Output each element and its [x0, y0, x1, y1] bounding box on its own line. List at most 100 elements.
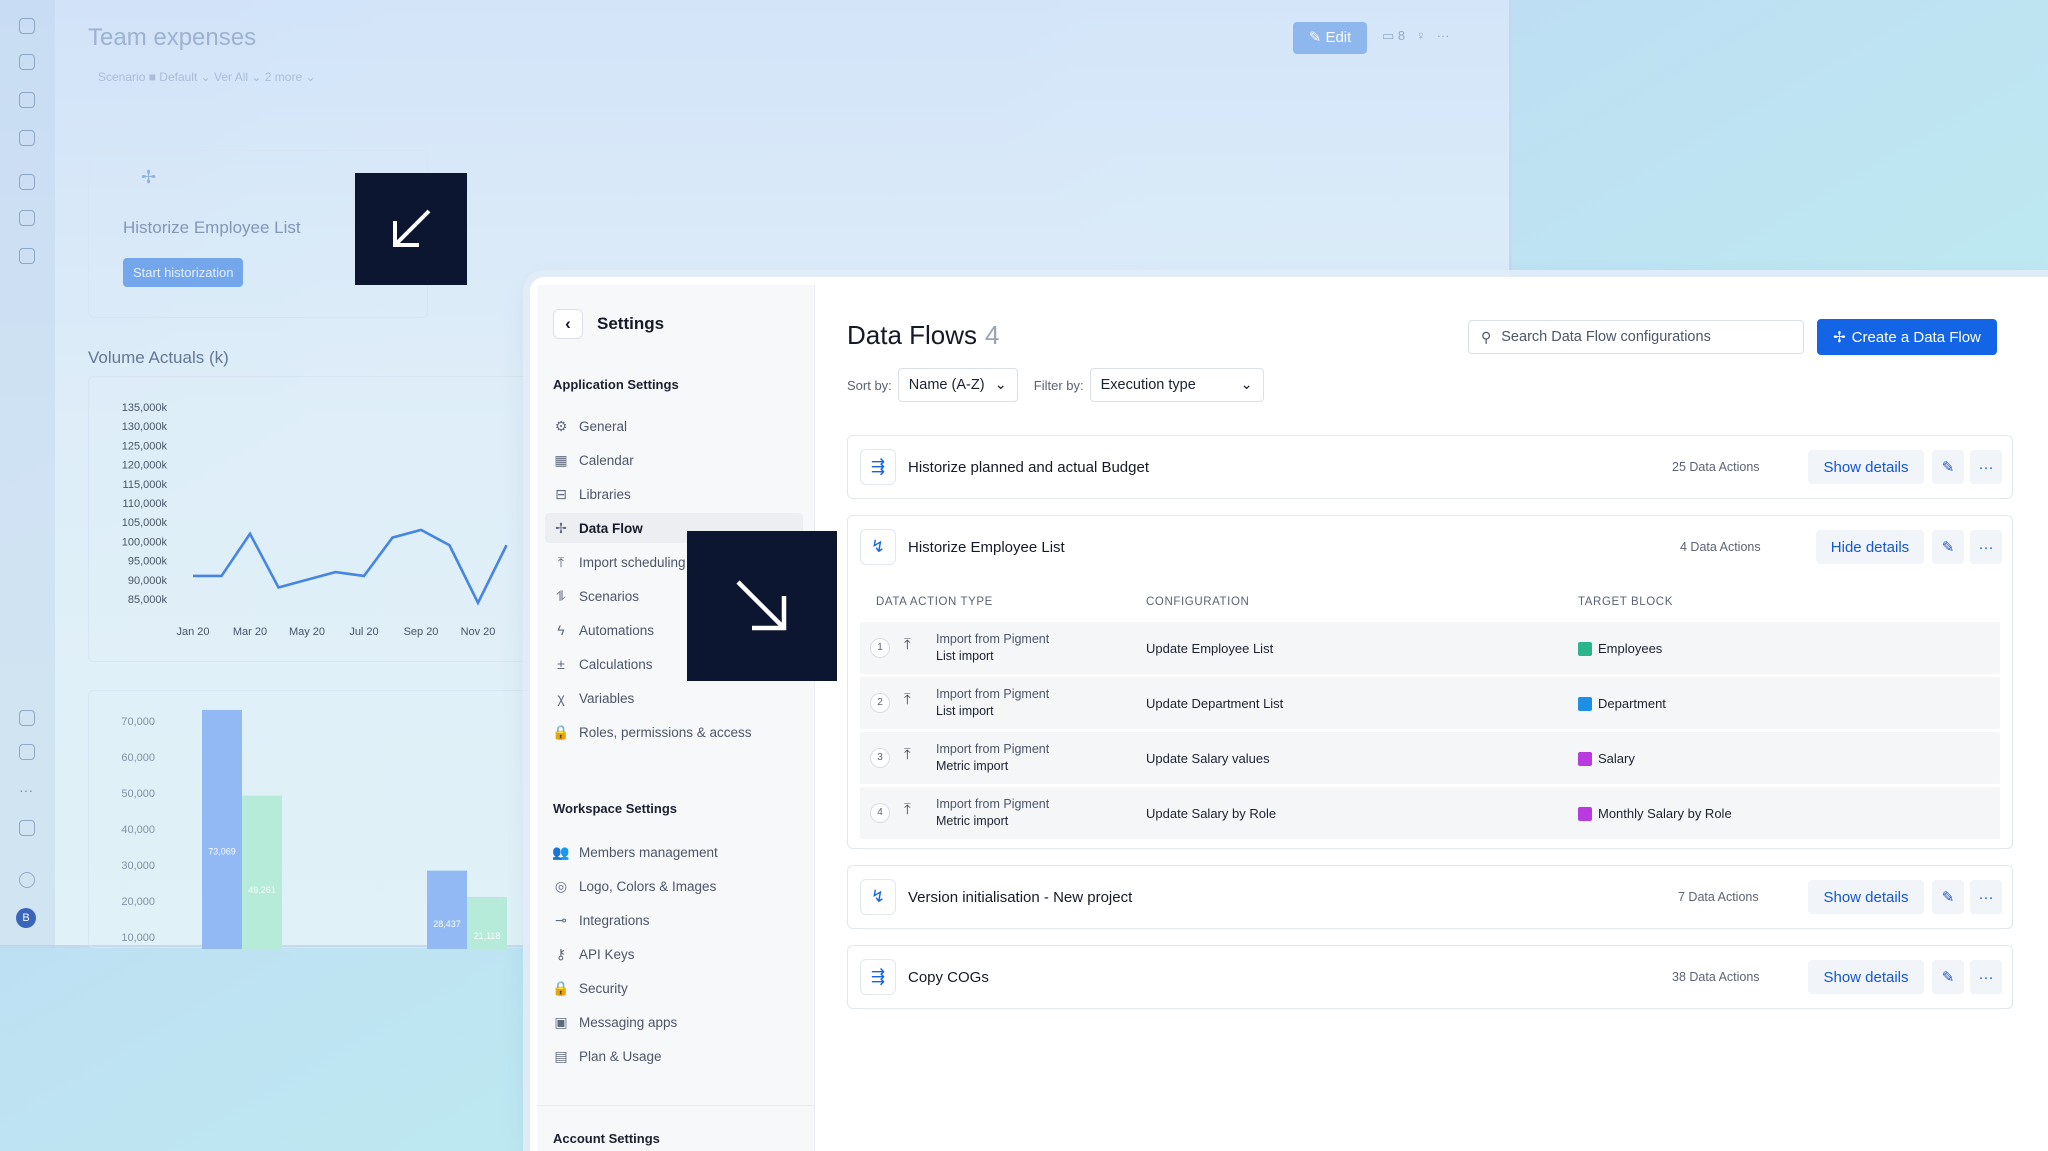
target-block[interactable]: Salary [1578, 751, 1635, 766]
data-flow-card[interactable]: ⇶ Historize planned and actual Budget 25… [847, 435, 2013, 499]
show-details-button[interactable]: Show details [1808, 450, 1924, 484]
action-type: Import from Pigment [936, 687, 1050, 701]
action-subtype: List import [936, 704, 994, 718]
create-data-flow-button[interactable]: ✢ Create a Data Flow [1817, 319, 1997, 355]
more-icon[interactable]: ··· [1437, 28, 1450, 43]
table-row[interactable]: 4 ⤒ Import from Pigment Metric import Up… [860, 787, 2000, 839]
x-tick-label: Sep 20 [404, 626, 439, 638]
y-tick-label: 130,000k [122, 421, 168, 433]
y-tick-label: 125,000k [122, 440, 168, 452]
table-row[interactable]: 1 ⤒ Import from Pigment List import Upda… [860, 622, 2000, 674]
show-details-button[interactable]: Show details [1808, 960, 1924, 994]
box-icon[interactable] [19, 174, 35, 190]
more-icon[interactable]: ··· [1970, 450, 2002, 484]
chevron-left-icon: ‹ [565, 314, 571, 333]
sidebar-item-label: General [579, 418, 628, 434]
sidebar-item-calendar[interactable]: ▦ Calendar [545, 445, 803, 475]
bulb-icon[interactable]: ♀ [1416, 28, 1426, 43]
sidebar-item-label: Variables [579, 690, 635, 706]
sidebar-item-libraries[interactable]: ⊟ Libraries [545, 479, 803, 509]
search-icon[interactable] [19, 92, 35, 108]
history-icon[interactable] [19, 744, 35, 760]
target-block[interactable]: Department [1578, 696, 1666, 711]
configuration: Update Employee List [1146, 641, 1274, 656]
comments-button[interactable]: ▭ 8 ♀ ··· [1382, 28, 1450, 44]
action-subtype: List import [936, 649, 994, 663]
sidebar-item-roles-permissions-access[interactable]: 🔒 Roles, permissions & access [545, 717, 803, 747]
data-flow-card[interactable]: ↯ Historize Employee List 4 Data Actions… [847, 515, 2013, 849]
org-icon[interactable] [19, 248, 35, 264]
more-icon[interactable]: ··· [1970, 530, 2002, 564]
action-type: Import from Pigment [936, 632, 1050, 646]
x-tick-label: Nov 20 [461, 626, 496, 638]
x-tick-label: May 20 [289, 626, 325, 638]
edit-icon[interactable]: ✎ [1932, 450, 1964, 484]
grid-icon[interactable] [19, 210, 35, 226]
sidebar-item-security[interactable]: 🔒 Security [545, 973, 803, 1003]
more-icon[interactable]: ··· [1970, 880, 2002, 914]
edit-icon[interactable] [19, 54, 35, 70]
start-historization-button[interactable]: Start historization [123, 258, 244, 287]
show-details-button[interactable]: Show details [1808, 880, 1924, 914]
refresh-icon[interactable] [19, 130, 35, 146]
filter-label: Filter by: [1033, 377, 1084, 393]
sort-select[interactable]: Name (A-Z) ⌄ [897, 368, 1018, 402]
y-tick-label: 70,000 [121, 716, 155, 728]
sidebar-item-variables[interactable]: χ Variables [545, 683, 803, 713]
sidebar-item-members-management[interactable]: 👥 Members management [545, 837, 803, 867]
more-icon[interactable]: ··· [1970, 960, 2002, 994]
x-tick-label: Mar 20 [233, 626, 267, 638]
help-icon[interactable] [19, 872, 35, 888]
filter-select[interactable]: Execution type ⌄ [1089, 368, 1264, 402]
settings-header: ‹ Settings [553, 309, 664, 339]
bar-data-label: 21,118 [474, 931, 501, 941]
application-settings-heading: Application Settings [553, 377, 679, 392]
hide-details-button[interactable]: Hide details [1816, 530, 1924, 564]
avatar[interactable]: B [16, 908, 36, 928]
edit-button[interactable]: ✎ Edit [1293, 22, 1367, 54]
messaging-icon: ▣ [554, 1013, 568, 1030]
bar [427, 870, 467, 973]
search-icon: ⚲ [1481, 328, 1492, 345]
sidebar-item-messaging-apps[interactable]: ▣ Messaging apps [545, 1007, 803, 1037]
line-chart: 135,000k 130,000k 125,000k 120,000k 115,000k… [122, 402, 542, 638]
table-row[interactable]: 3 ⤒ Import from Pigment Metric import Up… [860, 732, 2000, 784]
sidebar-item-label: Calendar [579, 452, 634, 468]
sidebar-item-plan-usage[interactable]: ▤ Plan & Usage [545, 1041, 803, 1071]
chevron-down-icon: ⌄ [994, 377, 1007, 393]
configuration: Update Salary by Role [1146, 806, 1277, 821]
sidebar-item-api-keys[interactable]: ⚷ API Keys [545, 939, 803, 969]
sidebar-item-integrations[interactable]: ⊸ Integrations [545, 905, 803, 935]
dataflow-icon: ✢ [141, 167, 157, 187]
data-flow-card[interactable]: ⇶ Copy COGs 38 Data Actions Show details… [847, 945, 2013, 1009]
sidebar-item-general[interactable]: ⚙ General [545, 411, 803, 441]
action-subtype: Metric import [936, 814, 1009, 828]
edit-icon[interactable]: ✎ [1932, 530, 1964, 564]
more-icon[interactable]: ··· [19, 782, 35, 798]
edit-icon[interactable]: ✎ [1932, 960, 1964, 994]
back-button[interactable]: ‹ [553, 309, 583, 339]
target-block[interactable]: Monthly Salary by Role [1578, 806, 1732, 821]
home-icon[interactable] [19, 18, 35, 34]
x-tick-label: Jul 20 [349, 626, 378, 638]
edit-icon[interactable]: ✎ [1932, 880, 1964, 914]
sidebar-item-label: Scenarios [579, 588, 640, 604]
y-tick-label: 50,000 [121, 788, 155, 800]
sort-label: Sort by: [847, 377, 892, 393]
table-row[interactable]: 2 ⤒ Import from Pigment List import Upda… [860, 677, 2000, 729]
data-flow-card[interactable]: ↯ Version initialisation - New project 7… [847, 865, 2013, 929]
filter-bar[interactable]: Scenario ■ Default ⌄ Ver All ⌄ 2 more ⌄ [98, 70, 316, 84]
search-input[interactable]: ⚲ Search Data Flow configurations [1468, 320, 1804, 354]
y-tick-label: 85,000k [128, 594, 168, 606]
sidebar-item-label: Members management [579, 844, 718, 860]
calendar-icon: ▦ [554, 451, 568, 468]
column-header: DATA ACTION TYPE [876, 596, 993, 608]
settings-window: ‹ Settings Application Settings ⚙ General… [530, 277, 2048, 1151]
formula-icon[interactable] [19, 820, 35, 836]
list-icon[interactable] [19, 710, 35, 726]
dataflow-icon: ↯ [860, 529, 896, 565]
target-block[interactable]: Employees [1578, 641, 1662, 656]
workspace-settings-heading: Workspace Settings [553, 801, 678, 816]
sidebar-item-label: Security [579, 980, 628, 996]
sidebar-item-logo-colors-images[interactable]: ◎ Logo, Colors & Images [545, 871, 803, 901]
